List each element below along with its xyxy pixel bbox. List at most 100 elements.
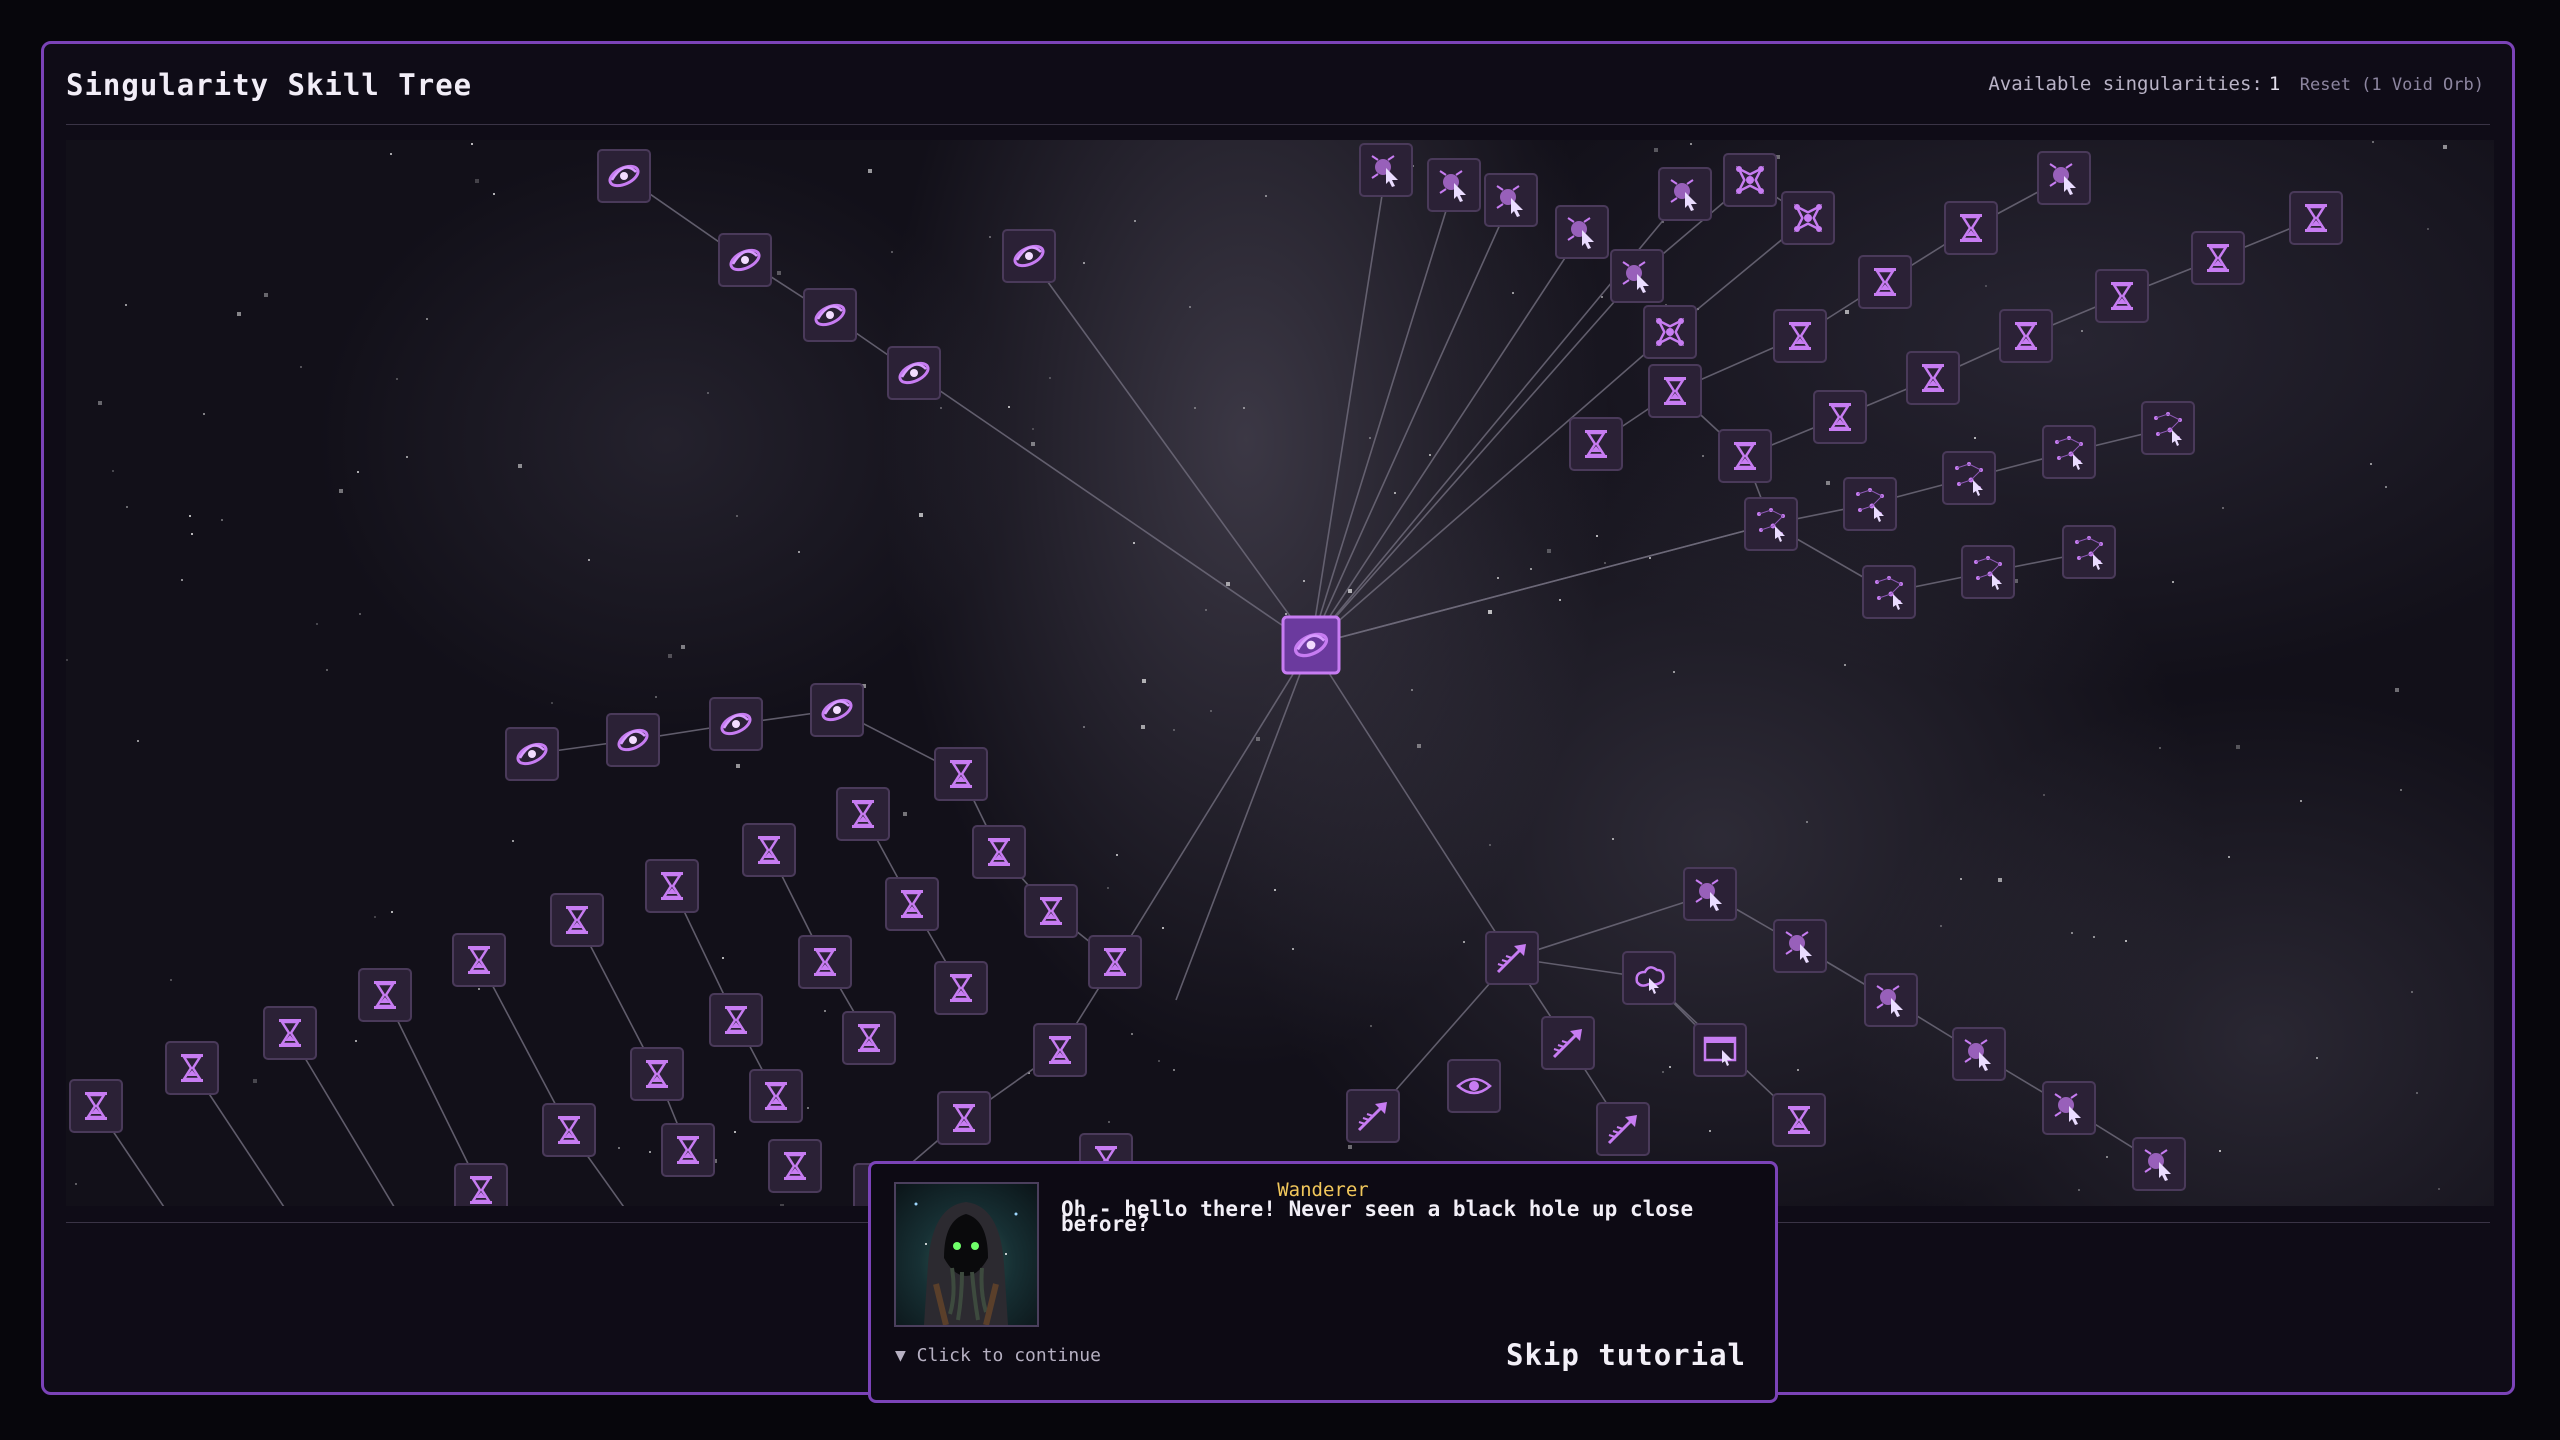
skill-node-galaxy[interactable] <box>718 233 772 287</box>
skill-node-cursor[interactable] <box>1610 249 1664 303</box>
skill-node-window[interactable] <box>1693 1023 1747 1077</box>
skill-node-hourglass[interactable] <box>69 1079 123 1133</box>
skill-node-constellation[interactable] <box>1744 497 1798 551</box>
skill-node-arrow[interactable] <box>1485 931 1539 985</box>
skill-node-hourglass[interactable] <box>542 1103 596 1157</box>
skill-node-cursor[interactable] <box>1683 867 1737 921</box>
skill-node-galaxy[interactable] <box>803 288 857 342</box>
skill-node-arrow[interactable] <box>1346 1089 1400 1143</box>
skill-node-constellation[interactable] <box>2042 425 2096 479</box>
skill-node-hourglass[interactable] <box>1906 351 1960 405</box>
skill-tree-graph[interactable] <box>66 140 2494 1206</box>
skill-node-galaxy[interactable] <box>709 697 763 751</box>
skill-node-cursor[interactable] <box>1864 973 1918 1027</box>
skill-node-arrow[interactable] <box>1596 1102 1650 1156</box>
skill-node-hourglass[interactable] <box>1813 390 1867 444</box>
skill-node-constellation[interactable] <box>1843 477 1897 531</box>
skill-node-galaxy[interactable] <box>810 683 864 737</box>
star <box>406 456 408 458</box>
star <box>1107 887 1109 889</box>
skill-node-eye[interactable] <box>1447 1059 1501 1113</box>
skill-node-cursor[interactable] <box>1555 205 1609 259</box>
skill-node-constellation[interactable] <box>1961 545 2015 599</box>
skill-node-hourglass[interactable] <box>454 1163 508 1206</box>
skill-node-cursor[interactable] <box>1484 173 1538 227</box>
skill-node-hourglass[interactable] <box>1773 309 1827 363</box>
skill-node-cursor[interactable] <box>1952 1027 2006 1081</box>
skill-node-galaxy[interactable] <box>1002 229 1056 283</box>
skill-node-hourglass[interactable] <box>885 877 939 931</box>
skill-node-constellation[interactable] <box>2062 525 2116 579</box>
skill-node-hourglass[interactable] <box>798 935 852 989</box>
skill-node-cloud[interactable] <box>1622 951 1676 1005</box>
skill-node-galaxy[interactable] <box>505 727 559 781</box>
tree-edge <box>1310 199 1512 646</box>
skill-node-cursor[interactable] <box>1359 143 1413 197</box>
star <box>1348 1145 1352 1149</box>
continue-hint[interactable]: ▼ Click to continue <box>895 1345 1101 1366</box>
skill-node-shuriken[interactable] <box>1781 191 1835 245</box>
skill-node-hourglass[interactable] <box>1569 417 1623 471</box>
skill-node-cursor[interactable] <box>1427 158 1481 212</box>
skill-node-hourglass[interactable] <box>937 1091 991 1145</box>
skill-node-hourglass[interactable] <box>2191 231 2245 285</box>
skill-node-hourglass[interactable] <box>1999 309 2053 363</box>
hooded-wanderer-portrait-icon <box>914 1202 1018 1325</box>
skill-node-hourglass[interactable] <box>165 1041 219 1095</box>
skill-node-hourglass[interactable] <box>661 1123 715 1177</box>
skip-tutorial-button[interactable]: Skip tutorial <box>1506 1338 1746 1372</box>
skill-node-cursor[interactable] <box>1658 167 1712 221</box>
skill-node-arrow[interactable] <box>1541 1016 1595 1070</box>
skill-node-hourglass[interactable] <box>934 961 988 1015</box>
skill-node-hourglass[interactable] <box>842 1011 896 1065</box>
skill-node-hourglass[interactable] <box>2095 269 2149 323</box>
skill-node-cursor[interactable] <box>2042 1081 2096 1135</box>
star <box>1429 454 1431 456</box>
skill-node-galaxy[interactable] <box>597 149 651 203</box>
skill-node-hourglass[interactable] <box>1718 429 1772 483</box>
skill-node-hourglass[interactable] <box>263 1006 317 1060</box>
skill-node-hourglass[interactable] <box>1858 255 1912 309</box>
reset-button[interactable]: Reset (1 Void Orb) <box>2300 75 2484 95</box>
skill-node-cursor[interactable] <box>2132 1137 2186 1191</box>
skill-node-hourglass[interactable] <box>630 1047 684 1101</box>
skill-node-constellation[interactable] <box>1862 565 1916 619</box>
skill-node-root[interactable] <box>1281 615 1341 675</box>
skill-node-cursor[interactable] <box>1773 919 1827 973</box>
skill-node-hourglass[interactable] <box>749 1069 803 1123</box>
skill-node-constellation[interactable] <box>2141 401 2195 455</box>
skill-node-hourglass[interactable] <box>452 933 506 987</box>
star <box>1497 577 1499 579</box>
skill-node-hourglass[interactable] <box>709 993 763 1047</box>
skill-node-galaxy[interactable] <box>606 713 660 767</box>
skill-node-hourglass[interactable] <box>550 893 604 947</box>
tutorial-dialog[interactable]: Wanderer Oh - hello there! Never seen a … <box>868 1161 1778 1403</box>
star <box>396 378 398 380</box>
skill-node-hourglass[interactable] <box>1033 1023 1087 1077</box>
skill-node-hourglass[interactable] <box>1772 1093 1826 1147</box>
star <box>191 533 193 535</box>
skill-node-hourglass[interactable] <box>645 859 699 913</box>
skill-node-shuriken[interactable] <box>1723 153 1777 207</box>
skill-node-galaxy[interactable] <box>887 346 941 400</box>
skill-node-cursor[interactable] <box>2037 151 2091 205</box>
skill-node-hourglass[interactable] <box>1648 364 1702 418</box>
star <box>2316 1057 2318 1059</box>
star <box>798 551 800 553</box>
skill-node-hourglass[interactable] <box>1944 201 1998 255</box>
star <box>1512 292 1514 294</box>
skill-node-hourglass[interactable] <box>934 747 988 801</box>
skill-node-shuriken[interactable] <box>1643 305 1697 359</box>
skill-node-hourglass[interactable] <box>1088 935 1142 989</box>
skill-node-hourglass[interactable] <box>2289 191 2343 245</box>
star <box>1488 610 1492 614</box>
skill-node-constellation[interactable] <box>1942 451 1996 505</box>
skill-node-hourglass[interactable] <box>358 968 412 1022</box>
skill-node-hourglass[interactable] <box>742 823 796 877</box>
skill-tree-canvas[interactable] <box>66 140 2494 1206</box>
skill-node-hourglass[interactable] <box>1024 884 1078 938</box>
skill-node-hourglass[interactable] <box>972 825 1026 879</box>
skill-node-hourglass[interactable] <box>768 1139 822 1193</box>
star <box>655 696 657 698</box>
skill-node-hourglass[interactable] <box>836 787 890 841</box>
